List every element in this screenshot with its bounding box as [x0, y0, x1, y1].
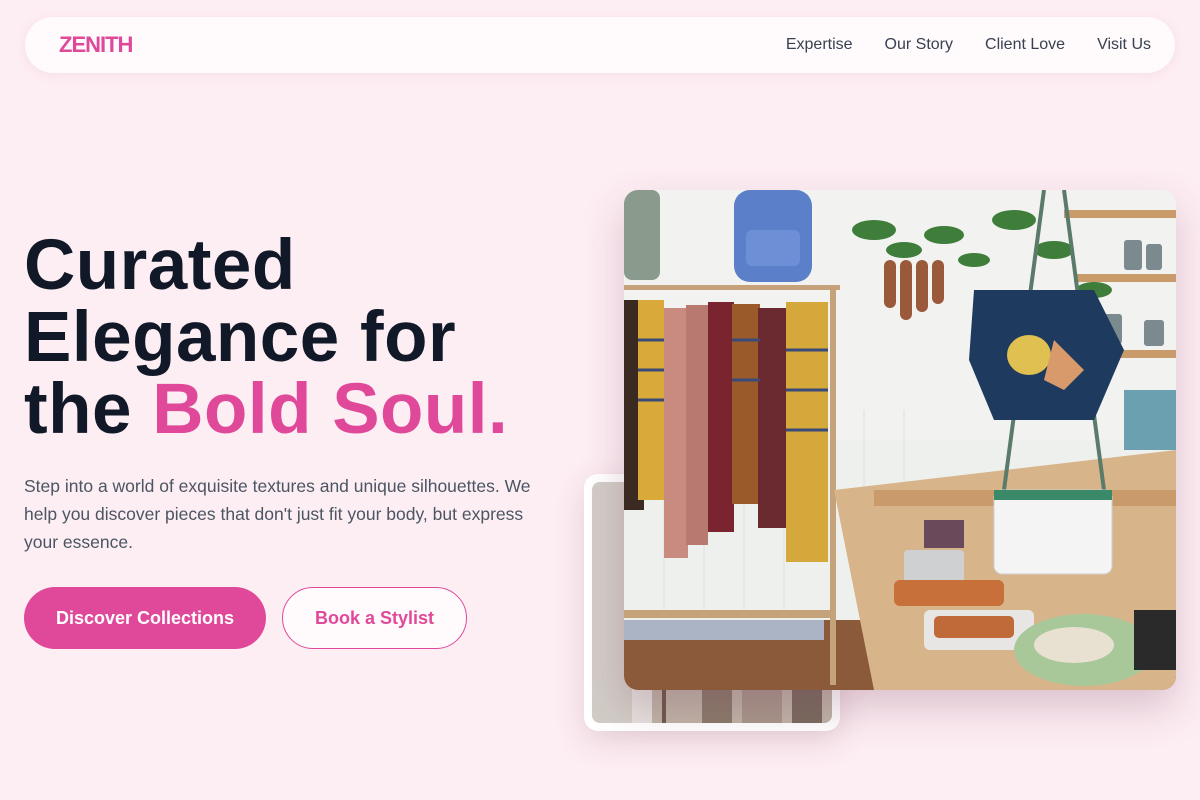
- nav-link-visit-us[interactable]: Visit Us: [1097, 36, 1151, 54]
- nav-links: Expertise Our Story Client Love Visit Us: [786, 36, 1151, 54]
- hero-description: Step into a world of exquisite textures …: [24, 476, 531, 552]
- nav-link-our-story[interactable]: Our Story: [885, 36, 953, 54]
- hero-title-line3: the: [24, 370, 153, 449]
- nav-link-expertise[interactable]: Expertise: [786, 36, 853, 54]
- brand-logo[interactable]: ZENITH: [59, 32, 133, 58]
- boutique-interior-illustration: [624, 190, 1176, 690]
- hero-title-accent: Bold Soul.: [152, 370, 509, 449]
- discover-collections-button[interactable]: Discover Collections: [24, 587, 266, 649]
- book-stylist-button[interactable]: Book a Stylist: [282, 587, 467, 649]
- boutique-interior-photo: [624, 190, 1176, 690]
- nav-link-client-love[interactable]: Client Love: [985, 36, 1065, 54]
- hero-title: Curated Elegance for the Bold Soul.: [24, 230, 584, 446]
- hero-title-line1: Curated: [24, 226, 296, 305]
- hero-title-line2: Elegance for: [24, 298, 457, 377]
- top-navbar: ZENITH Expertise Our Story Client Love V…: [25, 17, 1175, 73]
